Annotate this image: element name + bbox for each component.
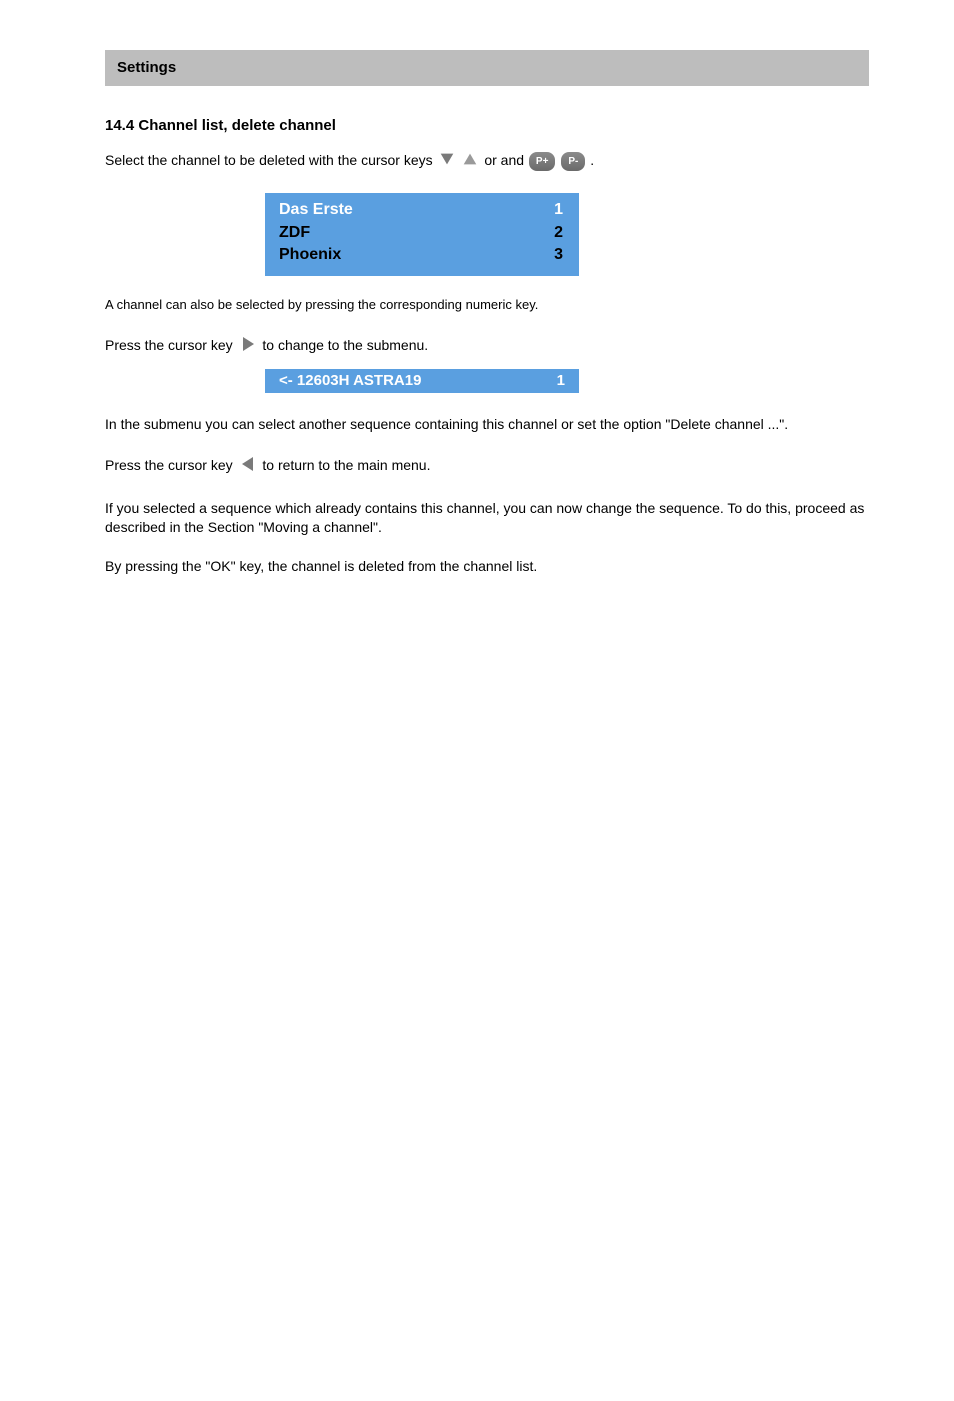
channel-number: 2 bbox=[549, 222, 563, 244]
p-plus-button[interactable]: P+ bbox=[529, 152, 556, 172]
step-change-sequence: If you selected a sequence which already… bbox=[105, 499, 869, 537]
section-title: 14.4 Channel list, delete channel bbox=[105, 116, 869, 136]
step-open-submenu: Press the cursor key to change to the su… bbox=[105, 334, 869, 359]
cursor-up-icon bbox=[461, 150, 479, 173]
cursor-left-icon bbox=[238, 454, 258, 479]
p-minus-button[interactable]: P- bbox=[561, 152, 585, 172]
channel-name: Phoenix bbox=[279, 244, 341, 266]
submenu-label: <- 12603H ASTRA19 bbox=[279, 371, 421, 391]
header-bar: Settings bbox=[105, 50, 869, 86]
section-14-4: 14.4 Channel list, delete channel Select… bbox=[105, 116, 869, 575]
cursor-down-icon bbox=[438, 150, 456, 173]
channel-row[interactable]: Das Erste 1 bbox=[279, 199, 563, 221]
channel-number: 1 bbox=[549, 199, 563, 221]
submenu-bar[interactable]: <- 12603H ASTRA19 1 bbox=[265, 369, 579, 393]
header-label: Settings bbox=[117, 59, 176, 76]
cursor-right-icon bbox=[238, 334, 258, 359]
step-return-main: Press the cursor key to return to the ma… bbox=[105, 454, 869, 479]
step-select-channel: Select the channel to be deleted with th… bbox=[105, 150, 869, 173]
channel-number: 3 bbox=[549, 244, 563, 266]
submenu-number: 1 bbox=[557, 371, 565, 391]
channel-list-box: Das Erste 1 ZDF 2 Phoenix 3 bbox=[265, 193, 579, 276]
step-delete-ok: By pressing the "OK" key, the channel is… bbox=[105, 557, 869, 576]
channel-row[interactable]: Phoenix 3 bbox=[279, 244, 563, 266]
step-submenu-options: In the submenu you can select another se… bbox=[105, 415, 869, 434]
channel-name: ZDF bbox=[279, 222, 310, 244]
step-numeric-key: A channel can also be selected by pressi… bbox=[105, 296, 869, 314]
channel-name: Das Erste bbox=[279, 199, 353, 221]
channel-row[interactable]: ZDF 2 bbox=[279, 222, 563, 244]
